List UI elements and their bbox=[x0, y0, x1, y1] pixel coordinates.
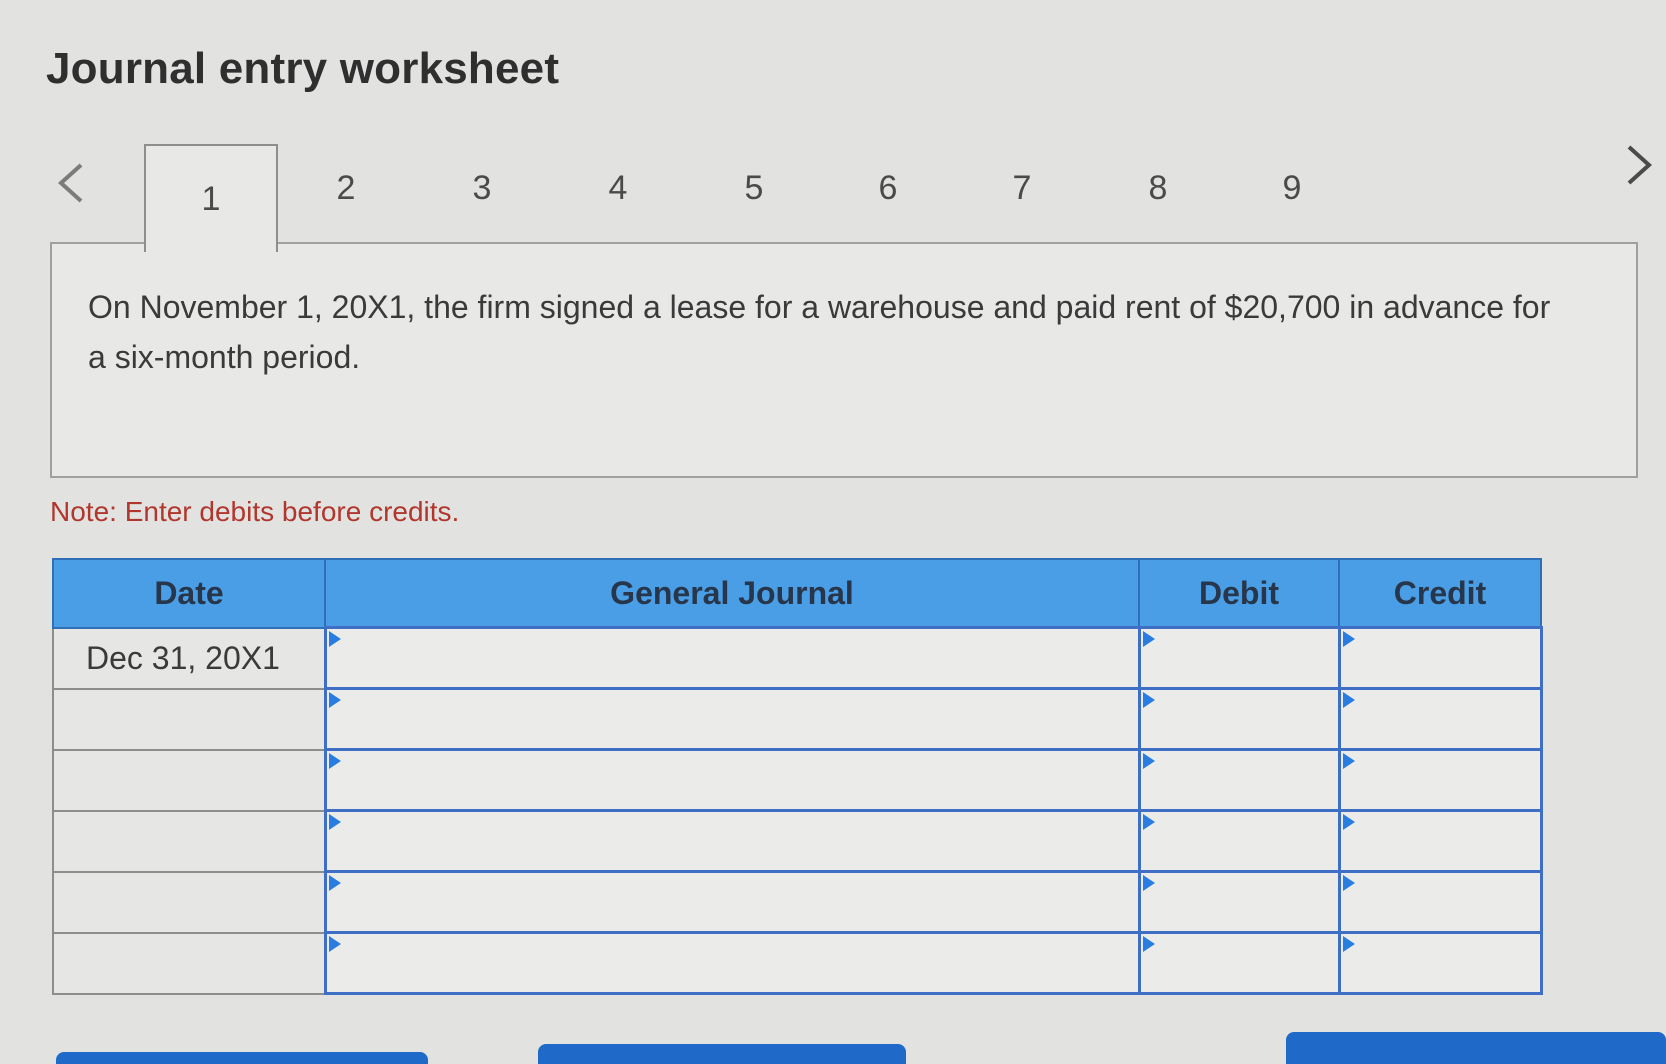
debit-input[interactable] bbox=[1137, 748, 1341, 812]
dropdown-marker-icon bbox=[1142, 692, 1155, 708]
tab-8[interactable]: 8 bbox=[1098, 148, 1218, 228]
dropdown-marker-icon bbox=[1142, 875, 1155, 891]
journal-entry-table: Date General Journal Debit Credit Dec 31… bbox=[52, 558, 1543, 995]
transaction-description: On November 1, 20X1, the firm signed a l… bbox=[88, 289, 1551, 375]
debit-input[interactable] bbox=[1137, 870, 1341, 934]
clear-entry-button[interactable] bbox=[538, 1044, 906, 1064]
credit-input[interactable] bbox=[1337, 809, 1543, 873]
account-input[interactable] bbox=[323, 687, 1141, 751]
tab-7[interactable]: 7 bbox=[962, 148, 1082, 228]
credit-input[interactable] bbox=[1337, 626, 1543, 690]
debit-input[interactable] bbox=[1137, 626, 1341, 690]
table-row bbox=[52, 931, 1543, 995]
account-input[interactable] bbox=[323, 870, 1141, 934]
credit-input[interactable] bbox=[1337, 870, 1543, 934]
dropdown-marker-icon bbox=[328, 814, 341, 830]
date-cell bbox=[52, 870, 326, 934]
page-title: Journal entry worksheet bbox=[46, 44, 560, 93]
tab-5[interactable]: 5 bbox=[694, 148, 814, 228]
credit-input[interactable] bbox=[1337, 748, 1543, 812]
debit-input[interactable] bbox=[1137, 931, 1341, 995]
dropdown-marker-icon bbox=[1342, 631, 1355, 647]
date-cell bbox=[52, 748, 326, 812]
date-cell bbox=[52, 809, 326, 873]
dropdown-marker-icon bbox=[1142, 631, 1155, 647]
debit-input[interactable] bbox=[1137, 809, 1341, 873]
dropdown-marker-icon bbox=[328, 753, 341, 769]
account-input[interactable] bbox=[323, 626, 1141, 690]
table-row bbox=[52, 748, 1543, 812]
tab-6[interactable]: 6 bbox=[828, 148, 948, 228]
debit-column-header: Debit bbox=[1138, 558, 1340, 629]
tab-9[interactable]: 9 bbox=[1232, 148, 1352, 228]
instruction-note: Note: Enter debits before credits. bbox=[50, 496, 460, 527]
credit-column-header: Credit bbox=[1338, 558, 1542, 629]
general-journal-column-header: General Journal bbox=[324, 558, 1140, 629]
dropdown-marker-icon bbox=[328, 631, 341, 647]
credit-input[interactable] bbox=[1337, 931, 1543, 995]
account-input[interactable] bbox=[323, 748, 1141, 812]
dropdown-marker-icon bbox=[1342, 753, 1355, 769]
record-entry-button[interactable] bbox=[56, 1052, 428, 1064]
dropdown-marker-icon bbox=[1342, 814, 1355, 830]
dropdown-marker-icon bbox=[1142, 936, 1155, 952]
table-header-row: Date General Journal Debit Credit bbox=[52, 558, 1542, 629]
dropdown-marker-icon bbox=[1142, 814, 1155, 830]
dropdown-marker-icon bbox=[1142, 753, 1155, 769]
dropdown-marker-icon bbox=[1342, 875, 1355, 891]
table-row bbox=[52, 870, 1543, 934]
transaction-description-panel: On November 1, 20X1, the firm signed a l… bbox=[50, 242, 1638, 478]
debit-input[interactable] bbox=[1137, 687, 1341, 751]
table-row: Dec 31, 20X1 bbox=[52, 626, 1543, 690]
date-cell bbox=[52, 931, 326, 995]
tab-2[interactable]: 2 bbox=[286, 148, 406, 228]
date-cell: Dec 31, 20X1 bbox=[52, 626, 326, 690]
table-row bbox=[52, 809, 1543, 873]
dropdown-marker-icon bbox=[1342, 692, 1355, 708]
dropdown-marker-icon bbox=[328, 875, 341, 891]
view-general-journal-button[interactable] bbox=[1286, 1032, 1666, 1064]
dropdown-marker-icon bbox=[328, 936, 341, 952]
table-row bbox=[52, 687, 1543, 751]
credit-input[interactable] bbox=[1337, 687, 1543, 751]
dropdown-marker-icon bbox=[328, 692, 341, 708]
date-column-header: Date bbox=[52, 558, 326, 629]
account-input[interactable] bbox=[323, 809, 1141, 873]
tab-1[interactable]: 1 bbox=[144, 144, 278, 252]
previous-arrow-icon[interactable] bbox=[48, 158, 92, 208]
tab-4[interactable]: 4 bbox=[558, 148, 678, 228]
account-input[interactable] bbox=[323, 931, 1141, 995]
next-arrow-icon[interactable] bbox=[1618, 140, 1662, 190]
date-cell bbox=[52, 687, 326, 751]
dropdown-marker-icon bbox=[1342, 936, 1355, 952]
tab-3[interactable]: 3 bbox=[422, 148, 542, 228]
